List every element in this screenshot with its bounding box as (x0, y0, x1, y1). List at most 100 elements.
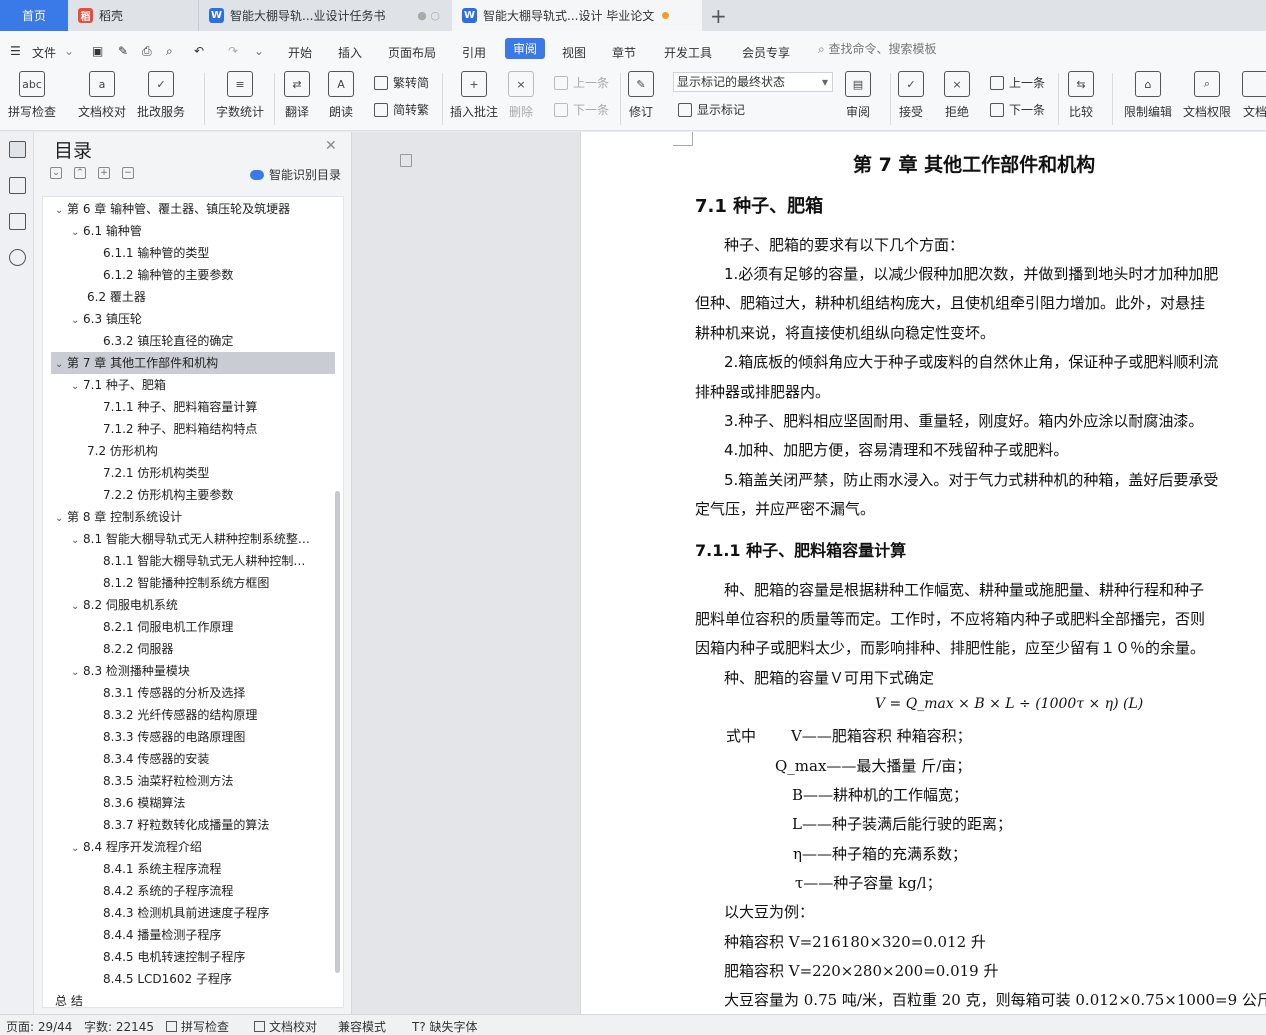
document-page[interactable]: 第 7 章 其他工作部件和机构 7.1 种子、肥箱 种子、肥箱的要求有以下几个方… (580, 132, 1266, 1014)
toc-item[interactable]: ⌄ 8.3 检测播种量模块 (71, 660, 313, 682)
toc-item[interactable]: 8.3.7 籽粒数转化成播量的算法 (103, 814, 313, 836)
print-preview-icon[interactable]: ⌕ (166, 40, 173, 63)
chevron-down-icon[interactable]: ⌄ (71, 222, 83, 242)
tab-home[interactable]: 首页 (0, 0, 68, 31)
toc-item[interactable]: 8.1.1 智能大棚导轨式无人耕种控制系统组成 (103, 550, 313, 572)
menu-member[interactable]: 会员专享 (742, 40, 790, 65)
show-markup-button[interactable]: 显示标记 (678, 101, 745, 118)
toc-item[interactable]: 6.1.2 输种管的主要参数 (103, 264, 313, 286)
chevron-down-icon[interactable]: ⌄ (55, 508, 67, 528)
toc-item[interactable]: 8.3.6 模糊算法 (103, 792, 313, 814)
toc-item[interactable]: 8.2.1 伺服电机工作原理 (103, 616, 313, 638)
next-comment-button[interactable]: 下一条 (554, 101, 609, 118)
bookmark-icon[interactable] (9, 213, 26, 230)
insert-comment-button[interactable]: + 插入批注 (450, 71, 498, 120)
doc-more-button[interactable]: 文档 (1242, 71, 1266, 120)
status-proofread[interactable]: 文档校对 (254, 1018, 317, 1035)
compat-mode[interactable]: 兼容模式 (338, 1018, 386, 1035)
toc-item[interactable]: ⌄ 8.1 智能大棚导轨式无人耕种控制系统整体设计 (71, 528, 313, 550)
command-search-input[interactable]: ⌕ 查找命令、搜索模板 (818, 40, 937, 57)
toc-item[interactable]: 7.2.2 仿形机构主要参数 (103, 484, 313, 506)
correction-service-button[interactable]: ✓ 批改服务 (137, 71, 185, 120)
word-count-indicator[interactable]: 字数: 22145 (84, 1018, 154, 1035)
new-tab-plus-icon[interactable]: + (710, 4, 727, 28)
track-changes-button[interactable]: ✎ 修订 (628, 71, 654, 120)
delete-comment-button[interactable]: × 删除 (508, 71, 534, 120)
chapter-nav-icon[interactable] (9, 177, 26, 194)
toc-item[interactable]: 6.3.2 镇压轮直径的确定 (103, 330, 313, 352)
toc-item[interactable]: 8.4.1 系统主程序流程 (103, 858, 313, 880)
toc-item[interactable]: 8.4.4 播量检测子程序 (103, 924, 313, 946)
tab-daoke[interactable]: 稻稻壳 (68, 0, 198, 31)
menu-view[interactable]: 视图 (562, 40, 586, 65)
read-aloud-button[interactable]: A 朗读 (328, 71, 354, 120)
toc-item[interactable]: 8.4.3 检测机具前进速度子程序 (103, 902, 313, 924)
menu-review[interactable]: 审阅 (505, 38, 546, 59)
menu-file[interactable]: 文件 (32, 40, 56, 65)
save-icon[interactable]: ▣ (92, 40, 103, 62)
doc-permission-button[interactable]: ⌕ 文档权限 (1183, 71, 1231, 120)
toc-item[interactable]: 6.2 覆土器 (87, 286, 329, 308)
review-pane-button[interactable]: ▤ 审阅 (845, 71, 871, 120)
toc-item[interactable]: ⌄ 第 8 章 控制系统设计 (55, 506, 313, 528)
toc-panel-icon[interactable] (9, 141, 26, 158)
close-icon[interactable]: ● ○ (417, 9, 440, 22)
accept-button[interactable]: ✓ 接受 (898, 71, 924, 120)
chevron-down-icon[interactable]: ⌄ (71, 662, 83, 682)
toc-item[interactable]: ⌄ 6.1 输种管 (71, 220, 313, 242)
page-indicator[interactable]: 页面: 29/44 (6, 1018, 72, 1035)
chevron-down-icon[interactable]: ⌄ (55, 354, 67, 374)
redo-icon[interactable]: ↷ (228, 40, 238, 62)
print-icon[interactable]: ⎙ (142, 40, 152, 63)
toc-item[interactable]: 8.2.2 伺服器 (103, 638, 313, 660)
remove-heading-icon[interactable]: − (122, 167, 134, 179)
menu-page-layout[interactable]: 页面布局 (388, 40, 436, 65)
trad-to-simp-button[interactable]: 繁转简 (374, 74, 429, 91)
menu-chapter[interactable]: 章节 (612, 40, 636, 65)
undo-icon[interactable]: ↶ (194, 40, 204, 62)
toc-item[interactable]: 8.3.5 油菜籽粒检测方法 (103, 770, 313, 792)
tab-document-2[interactable]: W 智能大棚导轨式...设计 毕业论文 (452, 0, 702, 31)
toc-item[interactable]: 8.3.2 光纤传感器的结构原理 (103, 704, 313, 726)
toc-item[interactable]: ⌄ 第 7 章 其他工作部件和机构 (51, 352, 335, 374)
collapse-all-icon[interactable]: ⌃ (74, 167, 86, 179)
toc-item[interactable]: 8.3.4 传感器的安装 (103, 748, 313, 770)
toc-item[interactable]: 总 结 (55, 990, 313, 1007)
chevron-down-icon[interactable]: ⌄ (55, 200, 67, 220)
toc-item[interactable]: 8.4.5 LCD1602 子程序 (103, 968, 313, 990)
chevron-down-icon[interactable]: ⌄ (71, 596, 83, 616)
prev-change-button[interactable]: 上一条 (990, 74, 1045, 91)
toc-item[interactable]: 8.4.2 系统的子程序流程 (103, 880, 313, 902)
toc-item[interactable]: 8.3.1 传感器的分析及选择 (103, 682, 313, 704)
reject-button[interactable]: × 拒绝 (944, 71, 970, 120)
toc-item[interactable]: 7.1.1 种子、肥料箱容量计算 (103, 396, 313, 418)
more-dropdown-icon[interactable]: ⌄ (254, 40, 264, 62)
prev-comment-button[interactable]: 上一条 (554, 74, 609, 91)
toc-item[interactable]: 6.1.1 输种管的类型 (103, 242, 313, 264)
translate-button[interactable]: ⇄ 翻译 (284, 71, 310, 120)
format-painter-icon[interactable]: ✎ (118, 40, 128, 62)
smart-toc-button[interactable]: 智能识别目录 (250, 166, 341, 183)
toc-item[interactable]: ⌄ 8.4 程序开发流程介绍 (71, 836, 313, 858)
menu-insert[interactable]: 插入 (338, 40, 362, 65)
toc-item[interactable]: ⌄ 6.3 镇压轮 (71, 308, 313, 330)
chevron-down-icon[interactable]: ⌄ (71, 838, 83, 858)
menu-references[interactable]: 引用 (462, 40, 486, 65)
toc-item[interactable]: ⌄ 8.2 伺服电机系统 (71, 594, 313, 616)
status-spell-check[interactable]: 拼写检查 (166, 1018, 229, 1035)
toc-item[interactable]: 7.2 仿形机构 (87, 440, 329, 462)
toc-item[interactable]: 7.1.2 种子、肥料箱结构特点 (103, 418, 313, 440)
compare-button[interactable]: ⇆ 比较 (1068, 71, 1094, 120)
chevron-down-icon[interactable]: ⌄ (71, 376, 83, 396)
menu-developer[interactable]: 开发工具 (664, 40, 712, 65)
chevron-down-icon[interactable]: ⌄ (64, 40, 74, 62)
toc-item[interactable]: 8.3.3 传感器的电路原理图 (103, 726, 313, 748)
page-options-icon[interactable] (400, 154, 412, 167)
chevron-down-icon[interactable]: ⌄ (71, 530, 83, 550)
chevron-down-icon[interactable]: ⌄ (71, 310, 83, 330)
toc-item[interactable]: ⌄ 第 6 章 输种管、覆土器、镇压轮及筑埂器 (55, 198, 313, 220)
markup-mode-select[interactable]: 显示标记的最终状态 ▾ (673, 72, 833, 92)
menu-start[interactable]: 开始 (288, 40, 312, 65)
spell-check-button[interactable]: abc 拼写检查 (8, 71, 56, 120)
next-change-button[interactable]: 下一条 (990, 101, 1045, 118)
